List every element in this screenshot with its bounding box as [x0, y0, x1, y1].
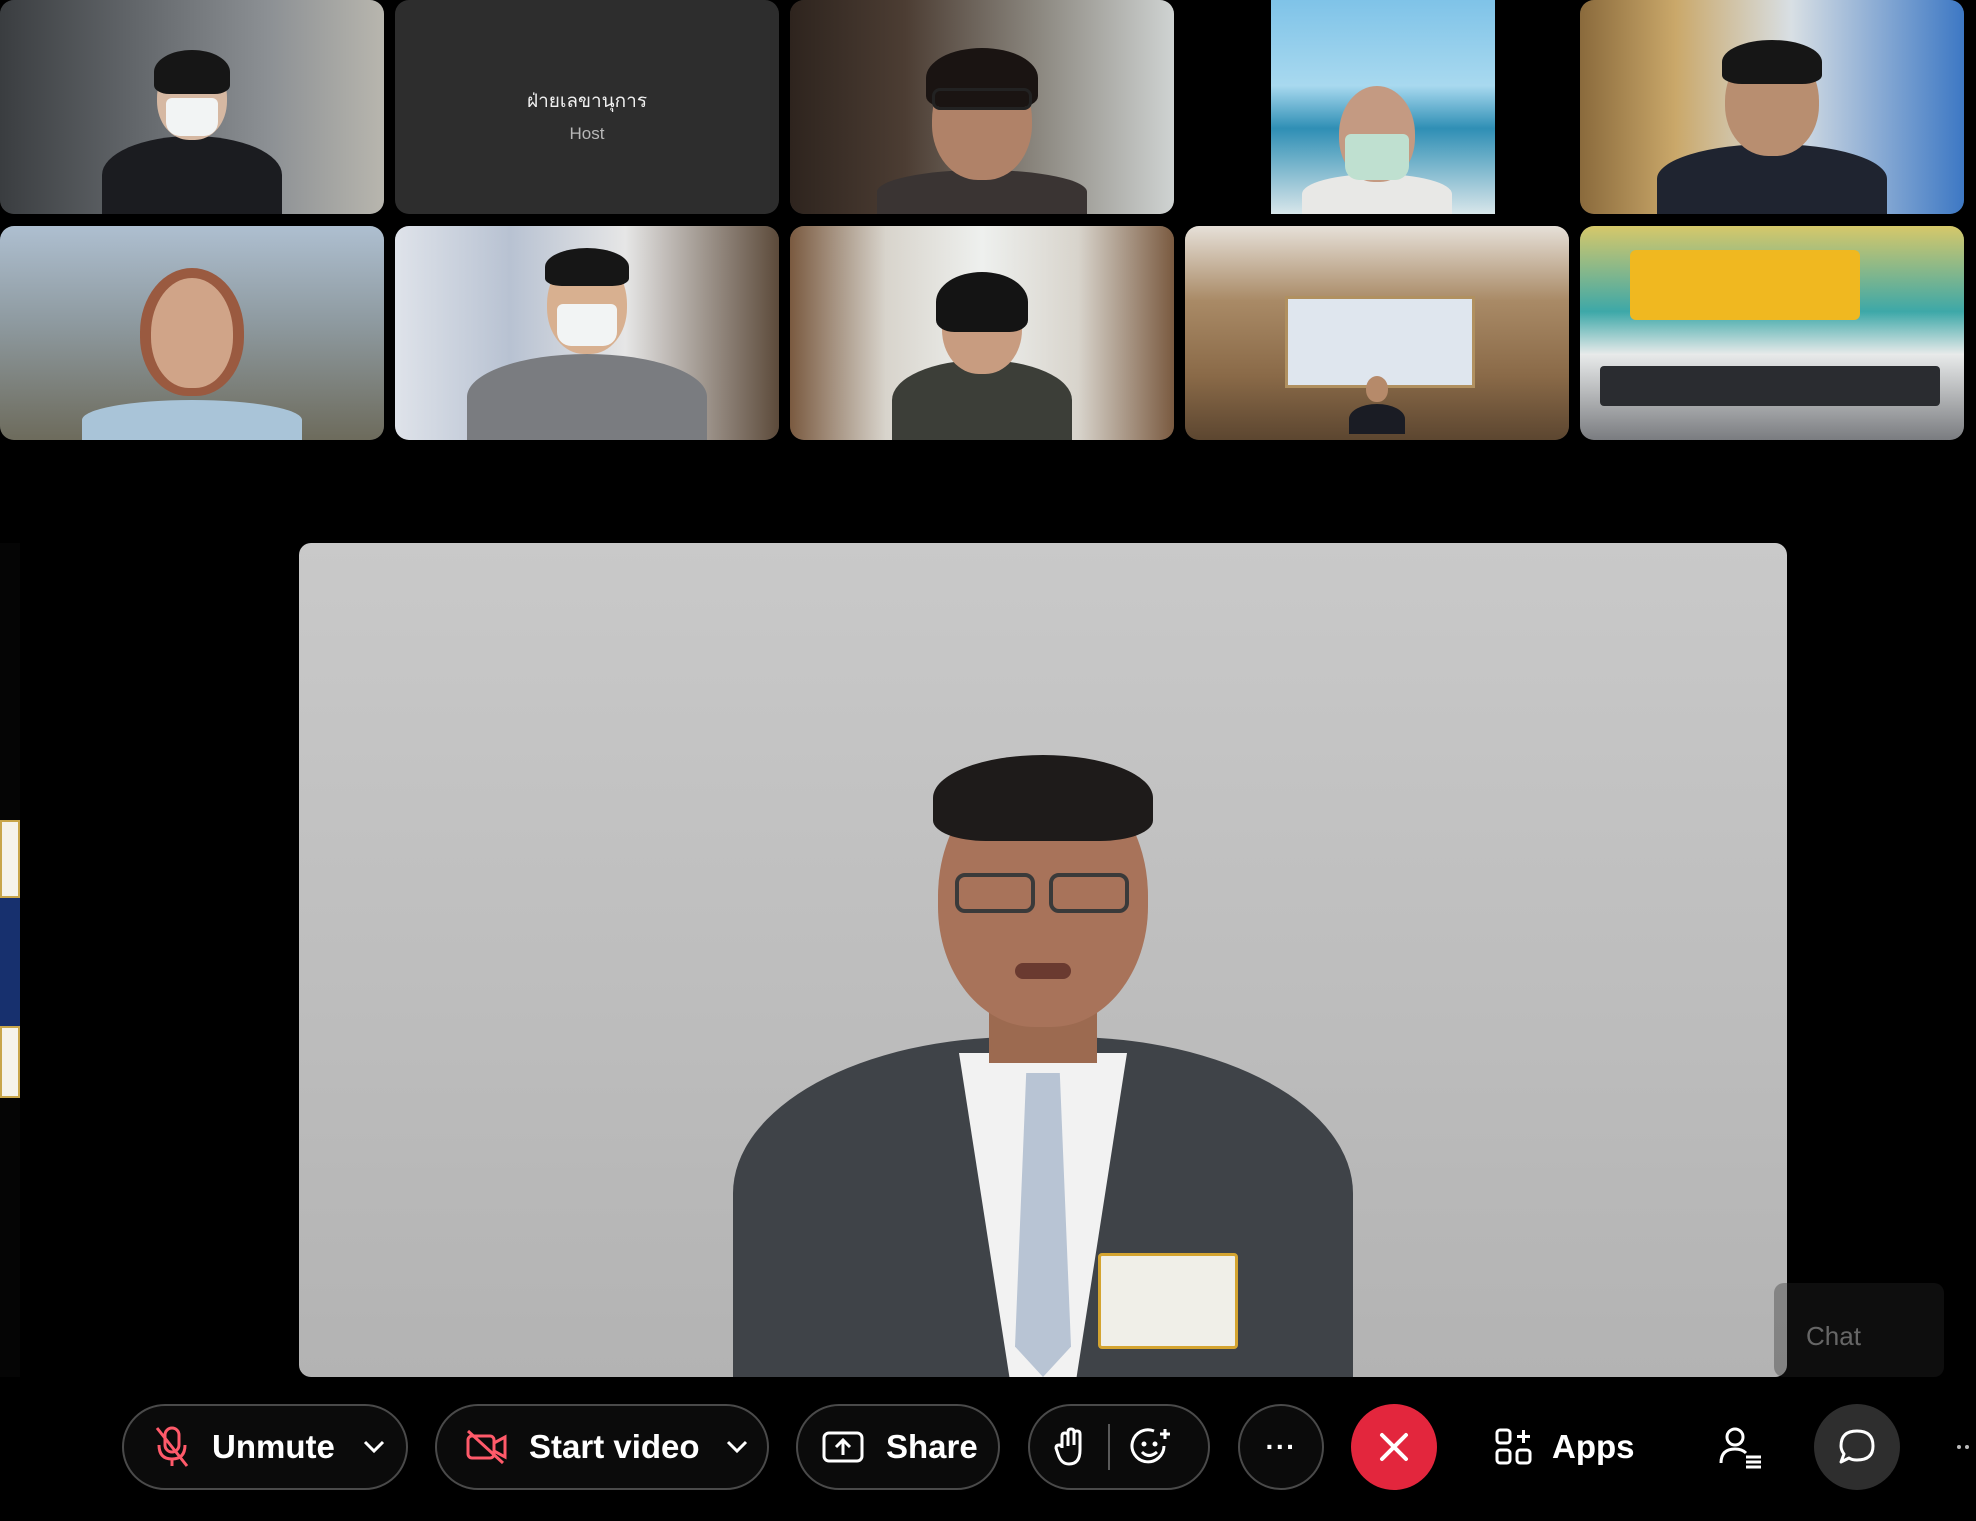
start-video-button[interactable]: Start video: [435, 1404, 769, 1490]
chevron-down-icon[interactable]: [363, 1440, 385, 1454]
toolbar-divider: [1108, 1424, 1110, 1470]
participants-button[interactable]: [1718, 1404, 1764, 1490]
chat-panel-ghost: Chat: [1774, 1283, 1944, 1377]
unmute-button[interactable]: Unmute: [122, 1404, 408, 1490]
close-icon: [1377, 1430, 1411, 1464]
participant-video: [887, 226, 1077, 440]
participant-video: [1347, 226, 1407, 440]
more-options-label: ···: [1265, 1431, 1297, 1462]
mic-muted-icon: [152, 1425, 192, 1469]
id-badge: [1098, 1253, 1238, 1349]
side-sliver-panel: [0, 1026, 20, 1098]
reaction-emoji-icon[interactable]: [1130, 1426, 1174, 1468]
end-call-button[interactable]: [1351, 1404, 1437, 1490]
participant-video: [872, 0, 1092, 214]
chat-button[interactable]: [1814, 1404, 1900, 1490]
host-name: ฝ่ายเลขานุการ: [526, 91, 648, 112]
side-sliver-panel: [0, 820, 20, 898]
unmute-label: Unmute: [212, 1428, 335, 1465]
participant-tile[interactable]: [1185, 226, 1569, 440]
conference-table: [1600, 366, 1940, 406]
reactions-group: [1028, 1404, 1210, 1490]
participant-tile[interactable]: [395, 226, 779, 440]
participant-tile[interactable]: [0, 0, 384, 214]
participant-video: [467, 226, 707, 440]
host-tile[interactable]: ฝ่ายเลขานุการ Host: [395, 0, 779, 214]
video-off-icon: [465, 1429, 509, 1465]
chat-bubble-icon: [1837, 1427, 1877, 1467]
raise-hand-icon[interactable]: [1054, 1426, 1088, 1468]
participants-icon: [1718, 1425, 1764, 1469]
participant-tile[interactable]: [1185, 0, 1569, 214]
participant-tile[interactable]: [1580, 0, 1964, 214]
participant-tile[interactable]: [790, 0, 1174, 214]
apps-grid-icon: [1494, 1427, 1534, 1467]
participant-tile[interactable]: [0, 226, 384, 440]
start-video-label: Start video: [529, 1428, 700, 1465]
more-options-button[interactable]: ···: [1238, 1404, 1324, 1490]
participant-video: [1657, 0, 1887, 214]
active-speaker-video[interactable]: [299, 543, 1787, 1377]
participant-tile[interactable]: [1580, 226, 1964, 440]
participant-tile[interactable]: [790, 226, 1174, 440]
speaker: [733, 543, 1353, 1377]
chevron-down-icon[interactable]: [726, 1440, 748, 1454]
host-role-label: Host: [569, 124, 605, 143]
participant-video: [1297, 0, 1457, 214]
banner-poster: [1630, 250, 1860, 320]
overflow-dots-icon[interactable]: [1956, 1404, 1972, 1490]
side-sliver-panel: [0, 898, 20, 1026]
participant-gallery: ฝ่ายเลขานุการ Host: [0, 0, 1976, 445]
participant-video: [92, 0, 292, 214]
share-label: Share: [886, 1428, 978, 1465]
chat-ghost-label: Chat: [1806, 1321, 1861, 1351]
apps-label: Apps: [1552, 1428, 1635, 1465]
participant-video: [82, 226, 302, 440]
share-button[interactable]: Share: [796, 1404, 1000, 1490]
share-screen-icon: [822, 1430, 864, 1464]
apps-button[interactable]: Apps: [1494, 1404, 1635, 1490]
